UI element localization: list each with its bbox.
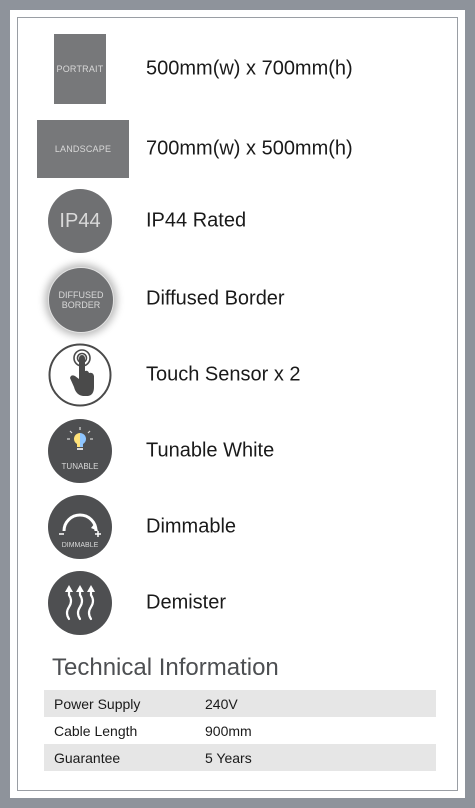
diffused-border-icon-text: BORDER [61, 300, 101, 310]
feature-label: Diffused Border [146, 287, 285, 310]
bulb-icon [67, 427, 93, 450]
spec-value: 900mm [205, 722, 252, 739]
tunable-icon-text: TUNABLE [61, 462, 99, 471]
technical-information-title: Technical Information [52, 654, 279, 681]
feature-landscape: LANDSCAPE 700mm(w) x 500mm(h) [10, 114, 465, 184]
dimmable-icon: DIMMABLE [48, 495, 112, 559]
ip44-icon-text: IP44 [59, 209, 101, 232]
feature-label: Tunable White [146, 439, 275, 462]
table-row: Guarantee 5 Years [44, 744, 436, 771]
technical-table: Power Supply 240V Cable Length 900mm Gua… [44, 690, 436, 771]
touch-sensor-icon [48, 343, 112, 407]
demister-icon [48, 571, 112, 635]
feature-label: Demister [146, 591, 227, 614]
feature-label: 700mm(w) x 500mm(h) [146, 137, 353, 160]
feature-portrait: PORTRAIT 500mm(w) x 700mm(h) [10, 34, 465, 104]
landscape-icon: LANDSCAPE [37, 120, 129, 178]
feature-demister: Demister [10, 568, 465, 638]
landscape-icon-text: LANDSCAPE [54, 144, 112, 154]
feature-dimmable: DIMMABLE Dimmable [10, 492, 465, 562]
ip44-icon: IP44 [48, 189, 112, 253]
feature-label: IP44 Rated [146, 209, 247, 232]
table-row: Cable Length 900mm [44, 717, 436, 744]
spec-value: 5 Years [205, 749, 252, 766]
diffused-border-icon-text: DIFFUSED [58, 290, 104, 300]
feature-label: Touch Sensor x 2 [146, 363, 301, 386]
dimmable-icon-text: DIMMABLE [61, 542, 99, 549]
diffused-border-icon: DIFFUSED BORDER [48, 267, 114, 333]
portrait-icon: PORTRAIT [54, 34, 106, 104]
spec-key: Cable Length [54, 722, 138, 739]
tunable-white-icon: TUNABLE [48, 419, 112, 483]
feature-label: 500mm(w) x 700mm(h) [146, 57, 353, 80]
heat-waves-icon [65, 585, 95, 621]
spec-key: Power Supply [54, 695, 141, 712]
spec-value: 240V [205, 695, 238, 712]
table-row: Power Supply 240V [44, 690, 436, 717]
feature-touch-sensor: Touch Sensor x 2 [10, 340, 465, 410]
feature-diffused-border: DIFFUSED BORDER Diffused Border [10, 264, 465, 334]
dimmer-arc-icon [59, 513, 101, 537]
product-features-panel: PORTRAIT 500mm(w) x 700mm(h) LANDSCAPE 7… [10, 10, 465, 798]
feature-tunable-white: TUNABLE Tunable White [10, 416, 465, 486]
feature-ip44: IP44 IP44 Rated [10, 186, 465, 256]
feature-label: Dimmable [146, 515, 237, 538]
portrait-icon-text: PORTRAIT [56, 64, 104, 74]
spec-key: Guarantee [54, 749, 121, 766]
